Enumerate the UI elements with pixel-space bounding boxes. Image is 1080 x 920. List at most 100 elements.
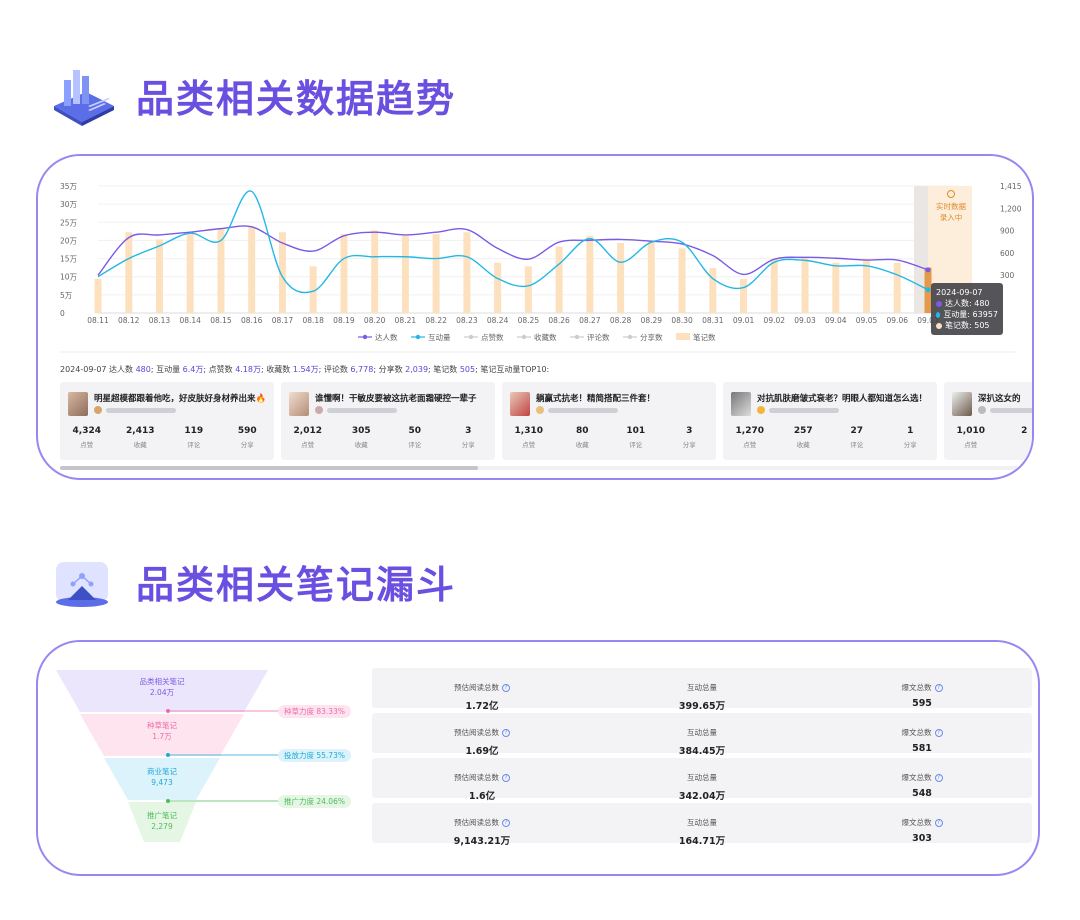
stat-value: 1,310 bbox=[514, 426, 543, 436]
metric-cell: 爆文总数? 548 bbox=[812, 758, 1032, 799]
bar bbox=[770, 259, 778, 313]
x-tick-label: 08.29 bbox=[641, 316, 663, 325]
note-stat: 3 分享 bbox=[442, 426, 496, 449]
metric-label: 爆文总数? bbox=[902, 682, 943, 693]
note-stat: 590 分享 bbox=[221, 426, 275, 449]
y-tick-label-left: 10万 bbox=[60, 273, 78, 282]
x-tick-label: 09.01 bbox=[733, 316, 755, 325]
legend-label: 点赞数 bbox=[481, 332, 504, 342]
summary-text: ; 收藏数 bbox=[261, 365, 291, 374]
help-icon[interactable]: ? bbox=[934, 773, 943, 782]
scrollbar-thumb[interactable] bbox=[60, 466, 478, 470]
note-thumbnail bbox=[731, 392, 751, 416]
bar bbox=[371, 230, 379, 313]
summary-text: ; 点赞数 bbox=[203, 365, 233, 374]
realtime-note: 实时数据 录入中 bbox=[922, 190, 980, 223]
help-icon[interactable]: ? bbox=[934, 683, 943, 692]
y-tick-label-left: 0 bbox=[60, 309, 65, 318]
help-icon[interactable]: ? bbox=[934, 728, 943, 737]
bar bbox=[463, 232, 471, 313]
x-tick-label: 08.26 bbox=[548, 316, 570, 325]
metric-label-text: 预估阅读总数 bbox=[454, 728, 499, 737]
bar bbox=[94, 278, 102, 313]
note-stat: 3 分享 bbox=[663, 426, 717, 449]
funnel-level-label: 商业笔记 bbox=[147, 767, 177, 776]
bar bbox=[401, 235, 409, 313]
y-tick-label-left: 30万 bbox=[60, 200, 78, 209]
note-stat: 50 评论 bbox=[388, 426, 442, 449]
stat-label: 点赞 bbox=[80, 441, 94, 449]
stat-label: 收藏 bbox=[133, 441, 147, 449]
stat-value: 3 bbox=[465, 426, 472, 436]
metric-row: 预估阅读总数? 1.69亿 互动总量 384.45万 爆文总数? 581 bbox=[372, 713, 1032, 757]
stat-value: 590 bbox=[237, 426, 257, 436]
metric-value: 1.72亿 bbox=[465, 701, 499, 712]
note-stats: 1,310 点赞 80 收藏 101 评论 3 分享 bbox=[502, 426, 716, 449]
note-author bbox=[757, 406, 839, 414]
funnel-level: 推广笔记 2,279 bbox=[102, 810, 222, 832]
metric-value: 399.65万 bbox=[678, 701, 726, 712]
legend-dot bbox=[362, 334, 368, 340]
help-icon[interactable]: ? bbox=[502, 818, 510, 827]
avatar bbox=[757, 406, 765, 414]
funnel-level-value: 9,473 bbox=[151, 778, 173, 787]
metric-cell: 预估阅读总数? 1.72亿 bbox=[372, 668, 592, 712]
metric-cell: 爆文总数? 581 bbox=[812, 713, 1032, 754]
metric-label-text: 互动总量 bbox=[687, 818, 717, 827]
bar bbox=[586, 235, 594, 313]
metric-value: 581 bbox=[912, 743, 932, 754]
x-tick-label: 08.27 bbox=[579, 316, 601, 325]
x-tick-label: 08.25 bbox=[518, 316, 540, 325]
rate-connector-dot bbox=[166, 753, 170, 757]
funnel-icon bbox=[48, 548, 118, 614]
chart-tooltip: 2024-09-07 达人数: 480 互动量: 63957 笔记数: 505 bbox=[931, 283, 1003, 335]
stat-value: 27 bbox=[850, 426, 864, 436]
metric-label: 预估阅读总数? bbox=[454, 817, 510, 828]
help-icon[interactable]: ? bbox=[502, 773, 510, 782]
stat-value: 4,324 bbox=[72, 426, 101, 436]
stat-label: 评论 bbox=[187, 441, 201, 449]
x-tick-label: 08.19 bbox=[333, 316, 355, 325]
tooltip-row-text: 达人数: 480 bbox=[945, 299, 990, 308]
note-title: 深扒这女的 bbox=[978, 394, 1021, 404]
trend-chart: 35万 30万 25万 20万 15万 10万 5万 0 1,415 1,200 900 600 300… bbox=[60, 182, 1022, 353]
realtime-note-line: 录入中 bbox=[939, 213, 963, 222]
legend-label: 收藏数 bbox=[534, 332, 557, 342]
help-icon[interactable]: ? bbox=[934, 818, 943, 827]
y-tick-label-right: 900 bbox=[1000, 227, 1015, 236]
funnel-level: 种草笔记 1.7万 bbox=[102, 720, 222, 742]
legend-dot bbox=[627, 334, 633, 340]
stat-label: 收藏 bbox=[575, 441, 589, 449]
horizontal-scrollbar[interactable] bbox=[60, 466, 1032, 470]
bar bbox=[678, 248, 686, 313]
help-icon[interactable]: ? bbox=[502, 728, 510, 737]
stat-value: 305 bbox=[351, 426, 371, 436]
metric-label-text: 爆文总数 bbox=[901, 773, 932, 782]
note-card[interactable]: 躺赢式抗老！精简搭配三件套！ 1,310 点赞 80 收藏 101 评论 3 分享 bbox=[502, 382, 716, 460]
x-tick-label: 09.04 bbox=[825, 316, 847, 325]
tooltip-row: 达人数: 480 bbox=[936, 298, 998, 309]
note-card[interactable]: 对抗肌肤磨皱式衰老？明眼人都知道怎么选！ 1,270 点赞 257 收藏 27 评论 … bbox=[723, 382, 937, 460]
summary-text: 2024-09-07 达人数 bbox=[60, 365, 134, 374]
funnel-level-value: 2.04万 bbox=[149, 688, 175, 697]
note-thumbnail bbox=[68, 392, 88, 416]
funnel-level-value: 2,279 bbox=[151, 822, 173, 831]
note-card[interactable]: 谁懂啊！干敏皮要被这抗老面霜硬控一辈子 2,012 点赞 305 收藏 50 评论 3… bbox=[281, 382, 495, 460]
legend-label: 达人数 bbox=[375, 332, 398, 342]
bar bbox=[125, 232, 133, 313]
stat-label: 评论 bbox=[629, 441, 643, 449]
legend-dot bbox=[468, 334, 474, 340]
note-card[interactable]: 深扒这女的 1,010 点赞 2 bbox=[944, 382, 1032, 460]
bar bbox=[340, 234, 348, 313]
legend-dot bbox=[574, 334, 580, 340]
realtime-note-line: 实时数据 bbox=[936, 202, 966, 211]
metric-label: 预估阅读总数? bbox=[454, 727, 510, 738]
stat-value: 101 bbox=[626, 426, 646, 436]
help-icon[interactable]: ? bbox=[502, 683, 510, 692]
stat-label: 评论 bbox=[850, 441, 864, 449]
x-tick-label: 08.15 bbox=[210, 316, 232, 325]
x-tick-label: 08.24 bbox=[487, 316, 509, 325]
x-tick-label: 08.28 bbox=[610, 316, 632, 325]
note-card[interactable]: 明星超模都跟着他吃，好皮肤好身材养出来🔥 4,324 点赞 2,413 收藏 119… bbox=[60, 382, 274, 460]
bar bbox=[248, 226, 256, 313]
